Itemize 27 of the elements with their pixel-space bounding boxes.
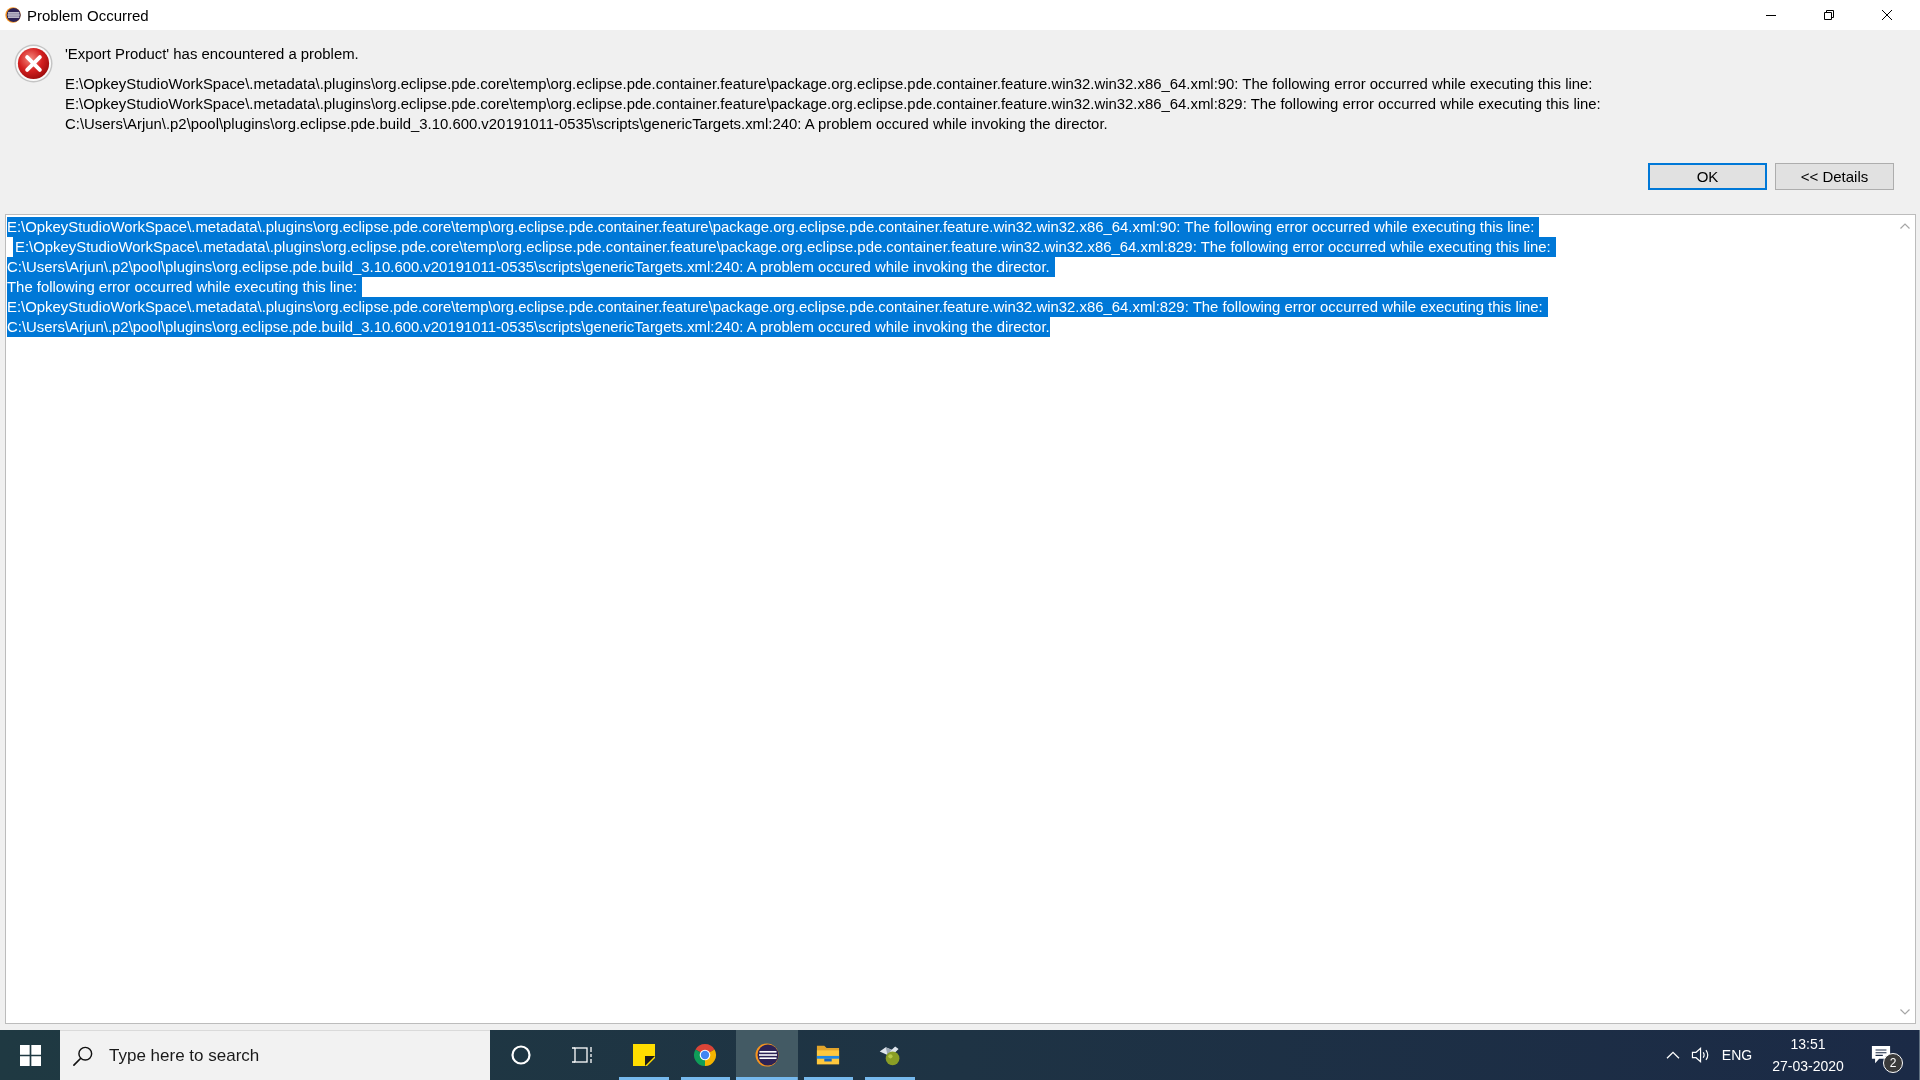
eclipse-logo-icon xyxy=(754,1043,779,1067)
notifications-button[interactable]: 2 xyxy=(1856,1030,1906,1080)
search-bar[interactable]: Type here to search xyxy=(60,1030,490,1080)
notification-count: 2 xyxy=(1883,1053,1903,1073)
clock-button[interactable]: 13:51 27-03-2020 xyxy=(1760,1030,1856,1080)
speaker-icon xyxy=(1691,1046,1711,1064)
chevron-up-icon xyxy=(1666,1051,1680,1059)
taskbar-app-button[interactable] xyxy=(736,1030,798,1080)
folder-icon xyxy=(816,1043,841,1067)
restore-icon xyxy=(1824,10,1834,20)
error-message-line: E:\OpkeyStudioWorkSpace\.metadata\.plugins\org.eclipse.pde.core\temp\org.eclipse.pde.container.feature\package.org.eclipse.pde.container.feature.win32.win32.x86_64.xml:90: The following error occurred while executing this line: xyxy=(65,75,1594,94)
language-button[interactable]: ENG xyxy=(1714,1030,1760,1080)
error-heading: 'Export Product' has encountered a problem. xyxy=(65,45,360,64)
search-field[interactable]: Type here to search xyxy=(109,1043,409,1068)
windows-logo-icon xyxy=(19,1044,41,1066)
dialog-button[interactable]: << Details xyxy=(1775,163,1894,190)
error-icon xyxy=(14,44,53,83)
close-icon xyxy=(1882,10,1892,20)
error-message-line: E:\OpkeyStudioWorkSpace\.metadata\.plugins\org.eclipse.pde.core\temp\org.eclipse.pde.container.feature\package.org.eclipse.pde.container.feature.win32.win32.x86_64.xml:829: The following error occurred while executing this line: xyxy=(65,95,1601,114)
dialog-button[interactable]: OK xyxy=(1648,163,1767,190)
eclipse-logo-icon xyxy=(5,7,21,23)
window-title: Problem Occurred xyxy=(27,6,149,24)
ring-icon xyxy=(508,1043,533,1067)
chrome-logo-icon xyxy=(693,1043,718,1067)
sticky-note-icon xyxy=(631,1043,656,1067)
search-icon xyxy=(73,1045,93,1066)
error-message-line: C:\Users\Arjun\.p2\pool\plugins\org.eclipse.pde.build_3.10.600.v20191011-0535\scripts\genericTargets.xml:240: A problem occured while invoking the director. xyxy=(65,115,1109,134)
